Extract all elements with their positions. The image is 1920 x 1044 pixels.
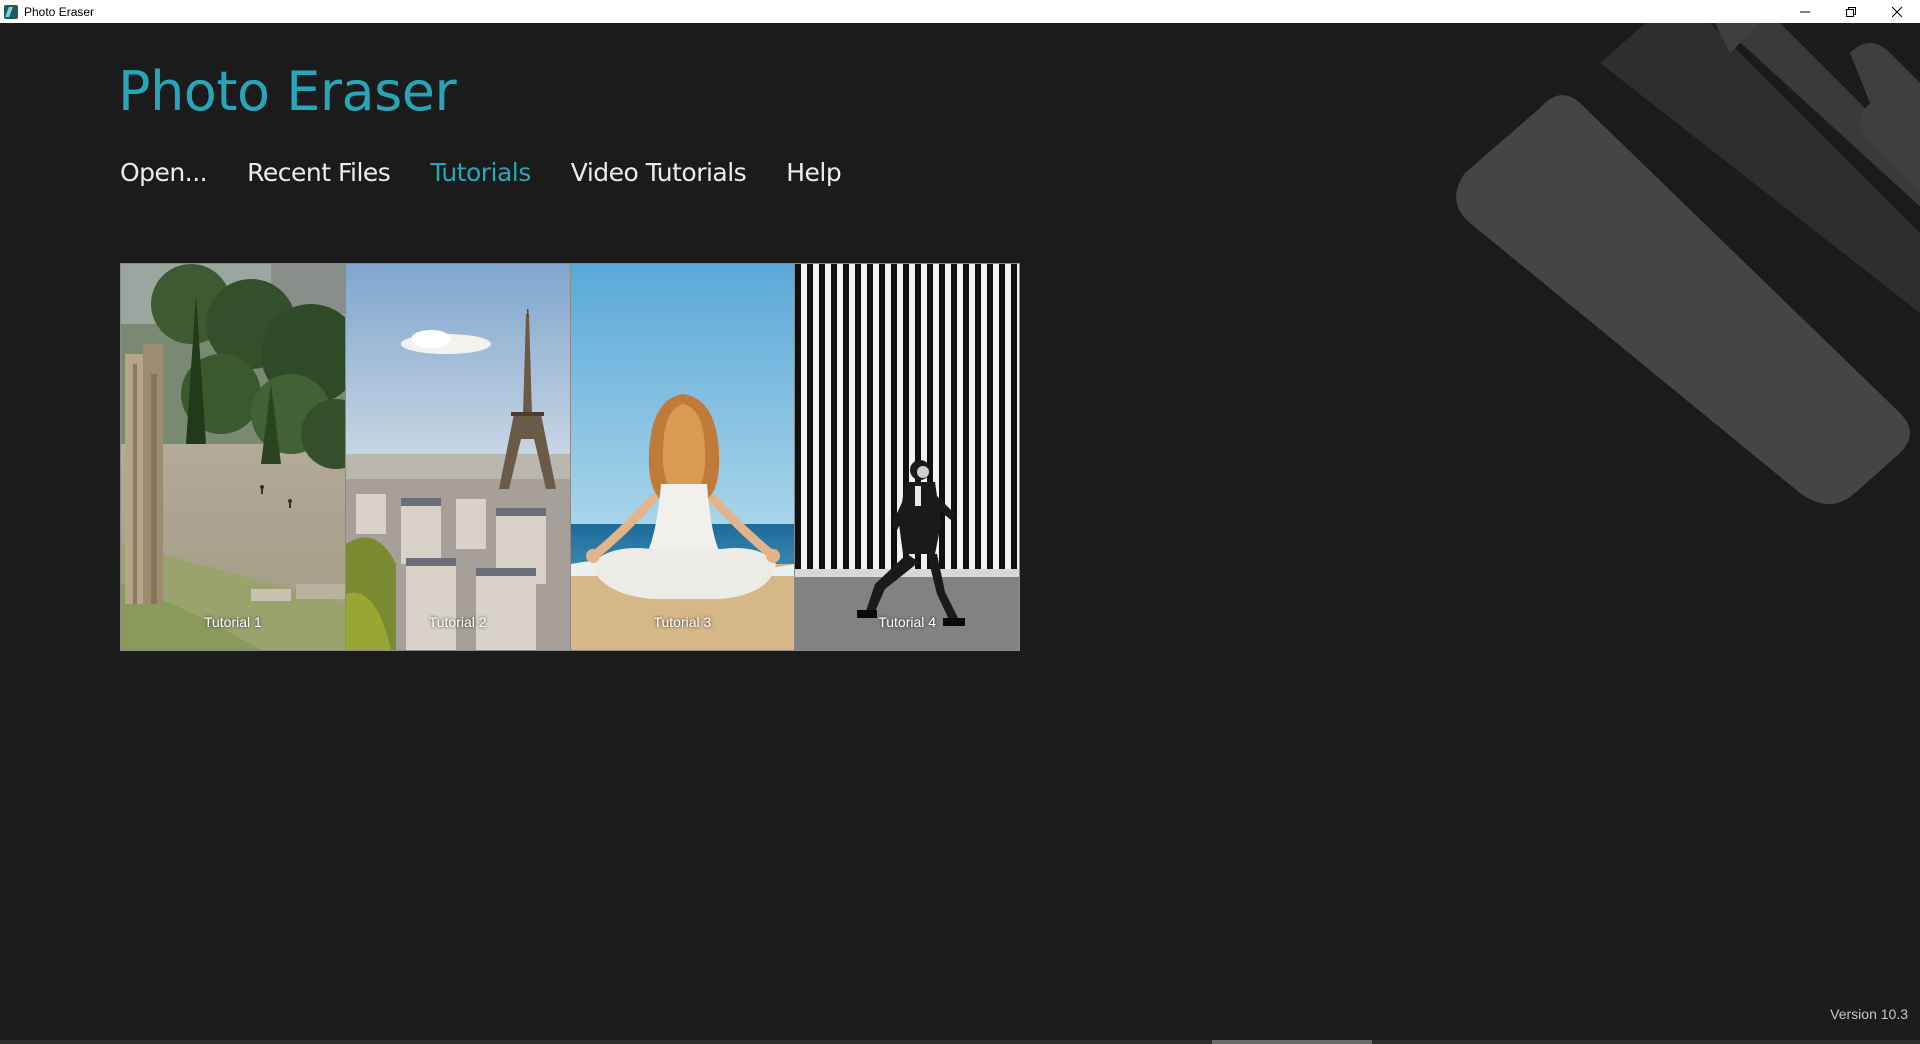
tutorial-1-thumbnail [121,264,345,650]
window-controls [1782,0,1920,23]
version-label: Version 10.3 [1830,1006,1908,1022]
nav-recent-files[interactable]: Recent Files [247,158,391,187]
tutorial-2-thumbnail [345,264,570,650]
minimize-button[interactable] [1782,0,1828,23]
tutorial-label: Tutorial 1 [203,614,262,630]
horizontal-scrollbar[interactable] [0,1040,1920,1044]
tutorial-label: Tutorial 3 [653,614,712,630]
restore-icon [1846,6,1856,17]
tutorial-tile-3[interactable]: Tutorial 3 [569,264,795,650]
tutorial-gallery: Tutorial 1 Tutorial 2 Tutorial 3 Tutoria… [120,263,1020,651]
close-icon [1892,6,1902,17]
title-bar: Photo Eraser [0,0,1920,23]
scrollbar-thumb[interactable] [1212,1040,1372,1044]
main-nav: Open... Recent Files Tutorials Video Tut… [120,158,842,187]
close-button[interactable] [1874,0,1920,23]
app-window: Photo Eraser Photo Eraser Open... Recent… [0,0,1920,1044]
app-title: Photo Eraser [118,60,457,123]
tutorial-label: Tutorial 4 [878,614,937,630]
nav-help[interactable]: Help [786,158,842,187]
nav-video-tutorials[interactable]: Video Tutorials [571,158,747,187]
window-title: Photo Eraser [24,4,95,19]
tutorial-tile-4[interactable]: Tutorial 4 [794,264,1019,650]
app-icon [4,4,18,19]
tutorial-3-thumbnail [570,264,795,650]
minimize-icon [1800,11,1810,12]
restore-button[interactable] [1828,0,1874,23]
nav-tutorials[interactable]: Tutorials [430,158,531,187]
tutorial-4-thumbnail [795,264,1019,650]
tutorial-tile-2[interactable]: Tutorial 2 [344,264,570,650]
tutorial-tile-1[interactable]: Tutorial 1 [121,264,345,650]
tutorial-label: Tutorial 2 [428,614,487,630]
nav-open[interactable]: Open... [120,158,208,187]
background-decoration [1456,23,1920,504]
